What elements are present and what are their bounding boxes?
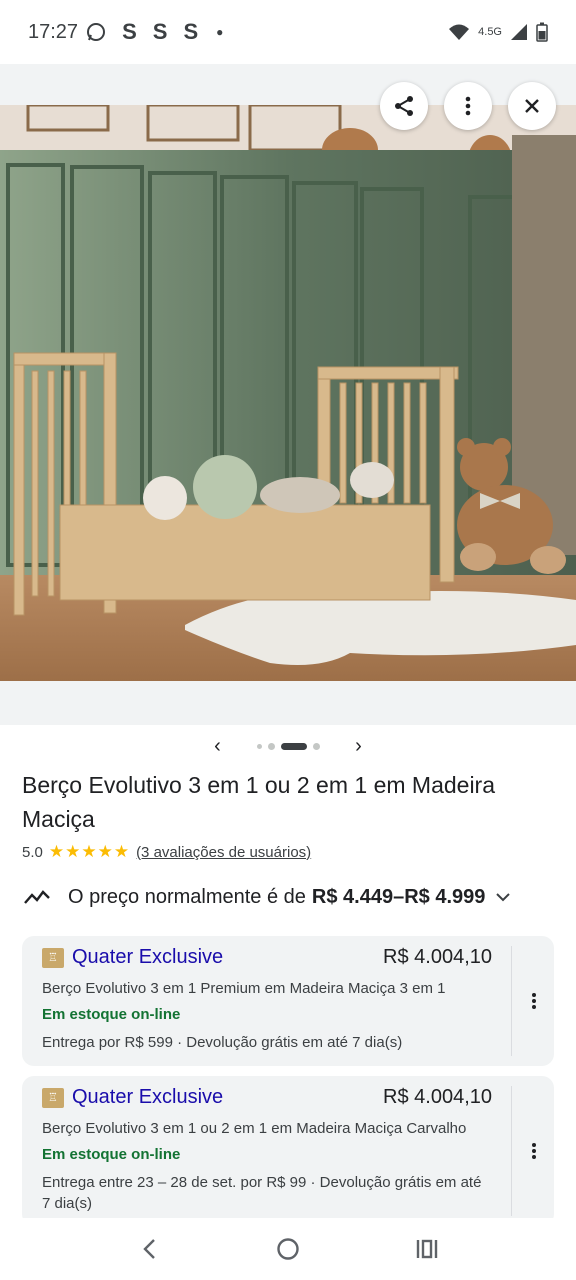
store-logo-icon: ♖: [42, 947, 64, 968]
offer-menu-button[interactable]: [522, 1076, 546, 1226]
price-history-row[interactable]: O preço normalmente é de R$ 4.449–R$ 4.9…: [22, 880, 552, 914]
share-button[interactable]: [380, 82, 428, 130]
status-bar: 17:27 S S S ● 4.5G: [0, 0, 576, 64]
s-indicator-2: S: [152, 19, 168, 44]
rating-row: 5.0 ★★★★★ (3 avaliações de usuários): [22, 842, 311, 862]
product-title: Berço Evolutivo 3 em 1 ou 2 em 1 em Made…: [22, 772, 496, 832]
network-type: 4.5G: [478, 26, 502, 38]
back-icon: [143, 1239, 156, 1259]
offer-header: ♖ Quater Exclusive R$ 4.004,10: [42, 946, 492, 969]
offer-description: Berço Evolutivo 3 em 1 ou 2 em 1 em Made…: [42, 1120, 467, 1137]
price-usual-label: O preço normalmente é de: [68, 885, 306, 908]
offer-price: R$ 4.004,10: [383, 1086, 492, 1108]
signal-icon: [511, 24, 527, 40]
store-logo-icon: ♖: [42, 1087, 64, 1108]
s-indicator-3: S: [183, 19, 199, 44]
card-divider: [511, 946, 512, 1056]
offer-card[interactable]: ♖ Quater Exclusive R$ 4.004,10 Berço Evo…: [22, 1076, 554, 1226]
trending-icon: [24, 890, 50, 904]
status-time: 17:27: [28, 20, 79, 43]
rating-value: 5.0: [22, 843, 43, 861]
shipping-info: Entrega por R$ 599 · Devolução grátis em…: [42, 1034, 403, 1051]
price-usual-range: R$ 4.449–R$ 4.999: [311, 885, 486, 908]
home-button[interactable]: [264, 1225, 312, 1273]
product-photo: [0, 105, 576, 681]
offer-description: Berço Evolutivo 3 em 1 Premium em Madeir…: [42, 980, 446, 997]
status-left: 17:27 S S S ●: [28, 19, 223, 45]
chevron-down-icon: [496, 893, 511, 902]
home-icon: [277, 1238, 299, 1260]
hotspot-icon: [449, 24, 470, 40]
next-image-button[interactable]: ›: [348, 735, 370, 758]
card-divider: [511, 1086, 512, 1216]
pager-dot-active[interactable]: [280, 742, 307, 750]
store-name-link[interactable]: ♖ Quater Exclusive: [42, 946, 223, 969]
offer-menu-button[interactable]: [522, 936, 546, 1066]
more-vert-icon: [465, 96, 471, 116]
image-bottom-padding: [0, 681, 576, 725]
close-button[interactable]: [508, 82, 556, 130]
notification-dot: ●: [216, 25, 224, 39]
star-rating: ★★★★★: [48, 842, 131, 861]
reviews-link[interactable]: (3 avaliações de usuários): [136, 844, 311, 861]
offer-card[interactable]: ♖ Quater Exclusive R$ 4.004,10 Berço Evo…: [22, 936, 554, 1066]
stock-status: Em estoque on-line: [42, 1146, 181, 1163]
status-right: 4.5G: [448, 22, 548, 42]
previous-image-button[interactable]: ‹: [207, 735, 229, 758]
recents-button[interactable]: [403, 1225, 451, 1273]
shipping-info: Entrega entre 23 – 28 de set. por R$ 99 …: [42, 1174, 482, 1212]
more-vert-icon: [532, 1143, 536, 1159]
image-pager: ‹ ›: [0, 735, 576, 757]
pager-dots: [256, 742, 320, 750]
stock-status: Em estoque on-line: [42, 1006, 181, 1023]
s-indicator-1: S: [122, 19, 137, 44]
back-button[interactable]: [125, 1225, 173, 1273]
whatsapp-icon: [87, 23, 106, 41]
store-name: Quater Exclusive: [72, 946, 224, 968]
recents-icon: [416, 1239, 437, 1259]
share-icon: [395, 96, 413, 116]
store-name: Quater Exclusive: [72, 1086, 224, 1108]
more-vert-icon: [532, 993, 536, 1009]
battery-icon: [536, 22, 548, 42]
offer-header: ♖ Quater Exclusive R$ 4.004,10: [42, 1086, 492, 1109]
store-name-link[interactable]: ♖ Quater Exclusive: [42, 1086, 223, 1109]
close-icon: [525, 99, 539, 113]
more-options-button[interactable]: [444, 82, 492, 130]
offer-price: R$ 4.004,10: [383, 946, 492, 968]
pager-dot[interactable]: [256, 743, 262, 749]
product-image[interactable]: [0, 105, 576, 681]
system-navigation-bar: [0, 1218, 576, 1280]
pager-dot[interactable]: [312, 742, 320, 750]
pager-dot[interactable]: [267, 742, 275, 750]
